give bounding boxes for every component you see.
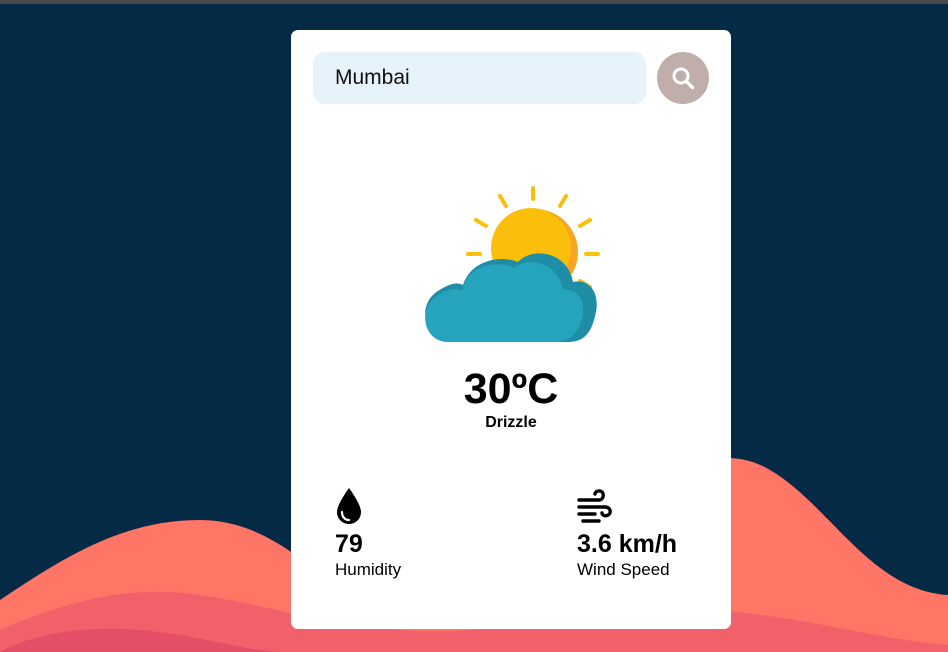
humidity-value: 79 xyxy=(335,530,363,558)
wind-icon xyxy=(577,489,612,523)
app-background: 30ºC Drizzle 79 Humidity 3.6 km/h Wind S… xyxy=(0,0,948,652)
search-icon xyxy=(672,67,695,90)
water-drop-icon xyxy=(337,488,361,524)
wind-stat: 3.6 km/h Wind Speed xyxy=(577,486,677,580)
wind-speed-value: 3.6 km/h xyxy=(577,530,678,558)
temperature-value: 30ºC xyxy=(463,365,559,413)
search-button[interactable] xyxy=(657,52,709,104)
sun-behind-cloud-icon xyxy=(425,186,600,342)
humidity-stat: 79 Humidity xyxy=(335,486,401,580)
weather-condition: Drizzle xyxy=(485,414,537,431)
wind-speed-label: Wind Speed xyxy=(577,560,670,579)
weather-card: 30ºC Drizzle 79 Humidity 3.6 km/h Wind S… xyxy=(291,30,731,629)
humidity-label: Humidity xyxy=(335,560,402,579)
city-search-input[interactable] xyxy=(313,52,646,104)
